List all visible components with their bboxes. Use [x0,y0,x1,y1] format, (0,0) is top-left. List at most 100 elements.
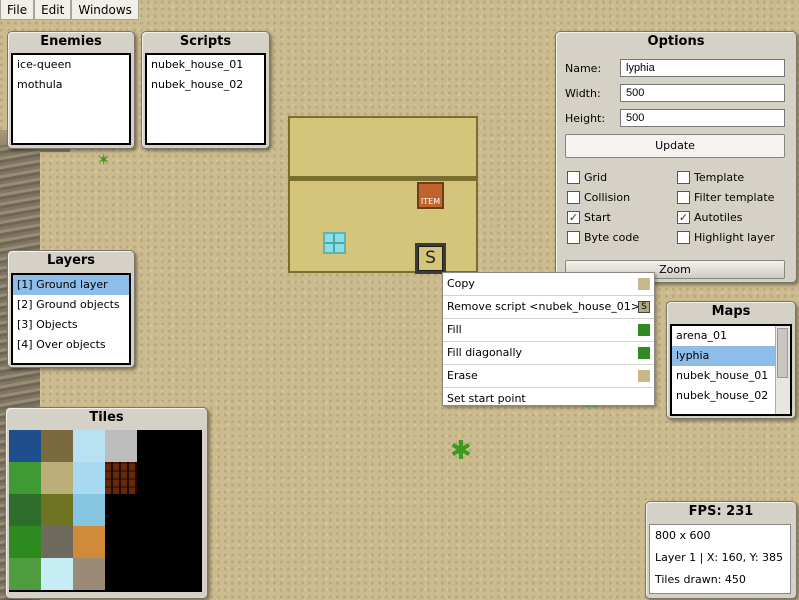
tile-sand[interactable] [41,462,73,494]
tiles-drawn-text: Tiles drawn: 450 [655,573,746,586]
tile-brick[interactable] [105,462,137,494]
tile-ice[interactable] [73,430,105,462]
sand-swatch-icon [638,370,650,382]
width-label: Width: [565,87,601,100]
highlight-layer-checkbox[interactable] [677,231,690,244]
tile-grass-mid[interactable] [9,558,41,590]
height-field[interactable] [620,109,785,127]
template-label: Template [694,171,745,184]
context-fill-diagonally[interactable]: Fill diagonally [443,342,654,365]
enemies-panel: Enemies ice-queen mothula [7,31,135,149]
script-marker-label: S [418,246,443,271]
maps-panel: Maps arena_01 lyphia nubek_house_01 nube… [666,301,796,419]
context-set-start-point-label: Set start point [447,392,526,405]
menu-windows[interactable]: Windows [71,0,139,20]
context-set-start-point[interactable]: Set start point [443,388,654,410]
maps-scrollbar-thumb[interactable] [777,328,788,378]
menu-edit[interactable]: Edit [34,0,72,20]
stats-box: 800 x 600 Layer 1 | X: 160, Y: 385 Tiles… [649,524,791,594]
tiles-title: Tiles [89,410,124,425]
tile-dirt[interactable] [41,430,73,462]
tile-rock[interactable] [73,558,105,590]
autotiles-checkbox[interactable]: ✓ [677,211,690,224]
list-item[interactable]: mothula [13,75,129,95]
tile-orange-sand[interactable] [73,526,105,558]
tile-grass[interactable] [9,462,41,494]
collision-checkbox[interactable] [567,191,580,204]
scripts-panel: Scripts nubek_house_01 nubek_house_02 [141,31,270,149]
start-checkbox[interactable]: ✓ [567,211,580,224]
grass-swatch-icon [638,347,650,359]
list-item[interactable]: ice-queen [13,55,129,75]
filter-template-checkbox[interactable] [677,191,690,204]
context-erase-label: Erase [447,369,478,382]
tile-gravel[interactable] [41,526,73,558]
layers-panel: Layers [1] Ground layer [2] Ground objec… [7,250,135,368]
stats-panel: FPS: 231 800 x 600 Layer 1 | X: 160, Y: … [645,501,797,599]
tile-grass-dark[interactable] [9,494,41,526]
tile-snow[interactable] [41,558,73,590]
tiles-panel: Tiles [5,407,208,599]
script-door-marker[interactable]: S [415,243,446,274]
update-button[interactable]: Update [565,134,785,158]
layer-item-objects[interactable]: [3] Objects [13,315,129,335]
map-item-nubek-house-01[interactable]: nubek_house_01 [672,366,790,386]
enemies-title: Enemies [40,34,102,49]
tile-ice-light[interactable] [73,462,105,494]
tile-stone[interactable] [105,430,137,462]
layer-position-text: Layer 1 | X: 160, Y: 385 [655,551,784,564]
maps-list[interactable]: arena_01 lyphia nubek_house_01 nubek_hou… [670,324,792,416]
grass-tuft: ✶ [97,150,111,169]
enemies-list[interactable]: ice-queen mothula [11,53,131,145]
grid-checkbox[interactable] [567,171,580,184]
start-label: Start [584,211,611,224]
house-window [323,232,346,254]
item-marker[interactable]: ITEM [417,182,444,209]
layer-item-ground-objects[interactable]: [2] Ground objects [13,295,129,315]
map-item-lyphia[interactable]: lyphia [672,346,790,366]
house-wall [288,179,478,273]
grid-label: Grid [584,171,608,184]
layer-item-ground[interactable]: [1] Ground layer [13,275,129,295]
template-checkbox[interactable] [677,171,690,184]
layers-title: Layers [46,253,96,268]
context-menu: Copy Remove script <nubek_house_01> S Fi… [442,272,655,406]
list-item[interactable]: nubek_house_02 [147,75,264,95]
context-copy-label: Copy [447,277,475,290]
options-title: Options [647,34,705,49]
item-marker-label: ITEM [420,197,441,206]
tile-water[interactable] [73,494,105,526]
context-fill-diagonally-label: Fill diagonally [447,346,523,359]
layer-item-over-objects[interactable]: [4] Over objects [13,335,129,355]
tileset-grid[interactable] [9,430,202,592]
context-erase[interactable]: Erase [443,365,654,388]
list-item[interactable]: nubek_house_01 [147,55,264,75]
width-field[interactable] [620,84,785,102]
height-label: Height: [565,112,606,125]
name-field[interactable] [620,59,785,77]
context-fill-label: Fill [447,323,462,336]
options-panel: Options Name: Width: Height: Update Grid… [555,31,797,283]
scripts-list[interactable]: nubek_house_01 nubek_house_02 [145,53,266,145]
house-roof [288,116,478,178]
scripts-title: Scripts [179,34,232,49]
context-copy[interactable]: Copy [443,273,654,296]
tile-grass-bright[interactable] [9,526,41,558]
map-item-arena-01[interactable]: arena_01 [672,326,790,346]
highlight-layer-label: Highlight layer [694,231,775,244]
script-icon: S [638,301,650,313]
byte-code-checkbox[interactable] [567,231,580,244]
collision-label: Collision [584,191,631,204]
map-item-nubek-house-02[interactable]: nubek_house_02 [672,386,790,406]
context-fill[interactable]: Fill [443,319,654,342]
menu-file[interactable]: File [0,0,35,20]
tile-moss[interactable] [41,494,73,526]
autotiles-label: Autotiles [694,211,743,224]
maps-title: Maps [711,304,751,319]
maps-scrollbar[interactable] [775,326,790,414]
context-remove-script-label: Remove script <nubek_house_01> [447,300,640,313]
layers-list[interactable]: [1] Ground layer [2] Ground objects [3] … [11,273,131,365]
fps-readout: FPS: 231 [688,504,754,519]
tile-water-deep[interactable] [9,430,41,462]
context-remove-script[interactable]: Remove script <nubek_house_01> S [443,296,654,319]
